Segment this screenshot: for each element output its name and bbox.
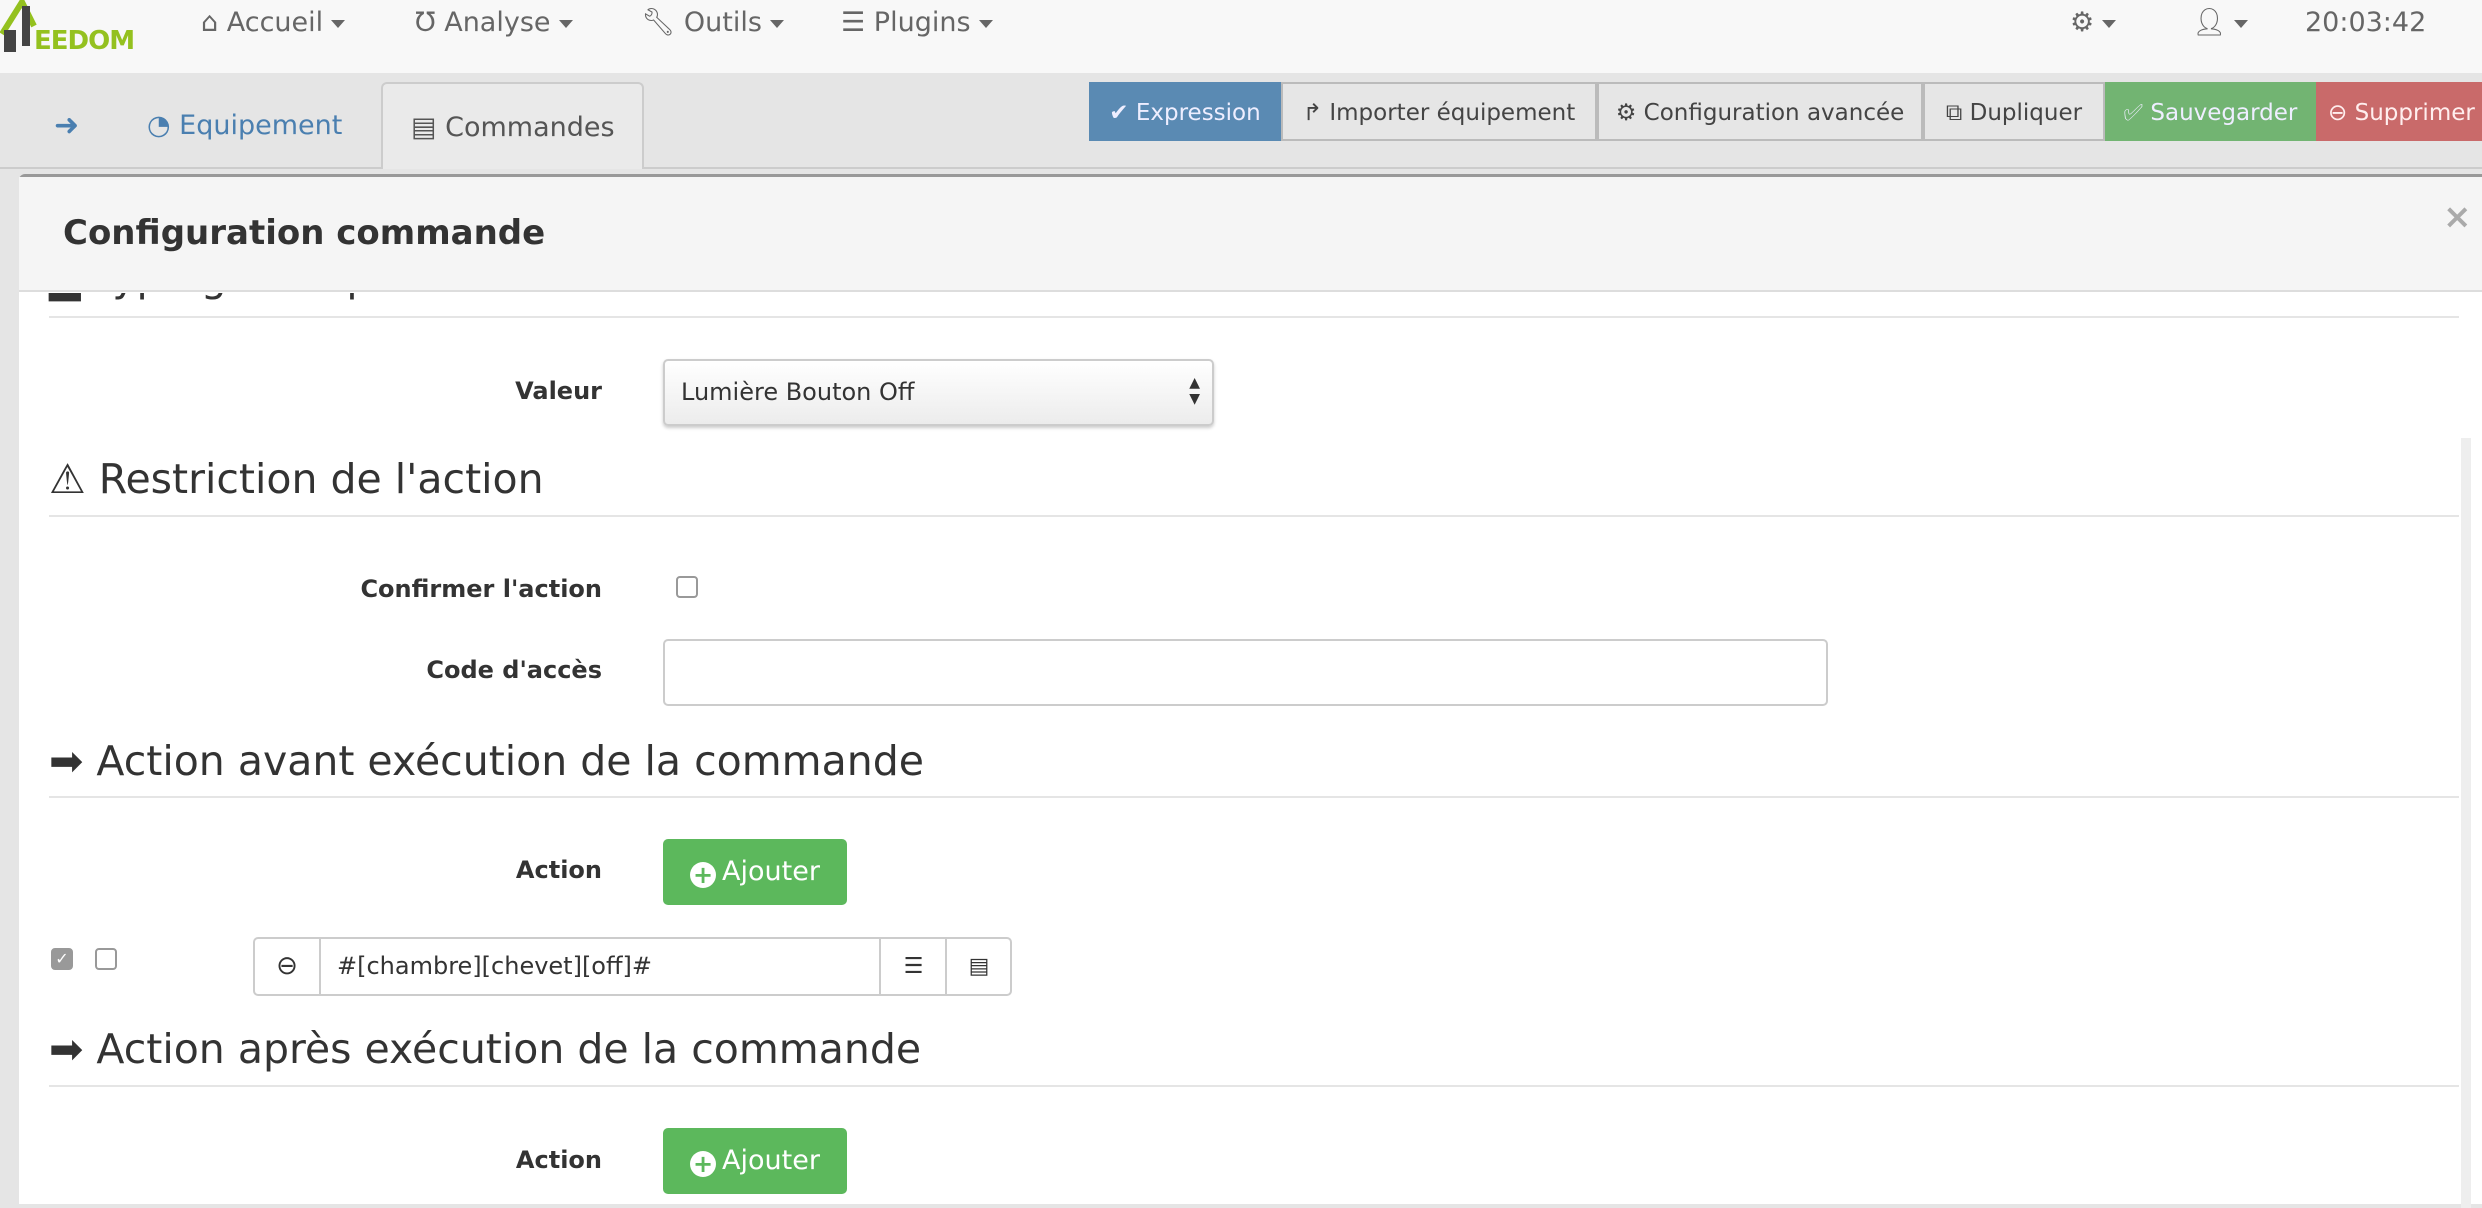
config-modal: Configuration commande × ▆ Type génériqu… [19, 174, 2482, 1208]
tab-commandes[interactable]: ▤ Commandes [381, 82, 644, 169]
action-apres-heading: ➡ Action après exécution de la commande [49, 1025, 922, 1073]
settings-menu[interactable]: ⚙ [2070, 0, 2117, 46]
action-label: Action [515, 1146, 602, 1174]
jeedom-logo[interactable]: EEDOM [0, 0, 142, 60]
select-arrows-icon: ▲ ▼ [1189, 375, 1200, 407]
caret-down-icon [2234, 19, 2249, 28]
list-icon: ▤ [411, 112, 446, 143]
clock: 20:03:42 [2305, 7, 2427, 38]
plus-circle-icon: + [690, 1151, 717, 1177]
options-button[interactable]: ☰ [879, 939, 946, 994]
building-icon: ▆ [49, 293, 94, 301]
nav-plugins[interactable]: ☰ Plugins [841, 0, 993, 46]
check-icon: ✔ [1109, 100, 1136, 126]
advanced-config-button[interactable]: ⚙ Configuration avancée [1597, 82, 1923, 141]
type-generique-heading: ▆ Type générique [49, 293, 409, 301]
action-enabled-checkbox[interactable]: ✓ [51, 948, 73, 970]
modal-body: ▆ Type générique Valeur Lumière Bouton O… [19, 293, 2482, 1207]
divider [49, 316, 2459, 318]
share-icon: ↱ [1302, 100, 1330, 126]
sign-out-icon: ➡ [49, 1025, 97, 1073]
save-button[interactable]: ✅︎ Sauvegarder [2105, 82, 2316, 141]
action-input-group: ⊖ #[chambre][chevet][off]# ☰ ▤ [253, 937, 1012, 996]
plus-circle-icon: + [690, 862, 717, 888]
cogs-icon: ⚙ [1615, 100, 1644, 126]
gears-icon: ⚙ [2070, 7, 2095, 38]
import-equipment-button[interactable]: ↱ Importer équipement [1281, 82, 1597, 141]
scrollbar[interactable] [2461, 438, 2471, 1208]
duplicate-button[interactable]: ⧉ Dupliquer [1923, 82, 2105, 141]
expression-button[interactable]: ✔ Expression [1089, 82, 1281, 141]
action-avant-heading: ➡ Action avant exécution de la commande [49, 737, 924, 785]
action-command-input[interactable]: #[chambre][chevet][off]# [337, 939, 652, 994]
wrench-icon: 🔧︎ [641, 7, 684, 38]
tab-equipement[interactable]: ◔ Equipement [147, 82, 342, 169]
restriction-heading: ⚠ Restriction de l'action [49, 455, 544, 503]
copy-icon: ⧉ [1945, 100, 1970, 126]
modal-header: Configuration commande × [19, 177, 2482, 292]
tab-bar: ➜ ◔ Equipement ▤ Commandes ✔ Expression … [0, 73, 2482, 169]
caret-down-icon [558, 19, 573, 28]
check-circle-icon: ✅︎ [2123, 100, 2151, 126]
caret-down-icon [769, 19, 784, 28]
navbar: EEDOM ⌂ Accueil Ʊ Analyse 🔧︎ Outils ☰ Pl… [0, 0, 2482, 73]
back-button[interactable]: ➜ [54, 82, 79, 169]
confirm-label: Confirmer l'action [360, 575, 602, 603]
home-icon: ⌂ [201, 7, 227, 38]
nav-accueil[interactable]: ⌂ Accueil [201, 0, 346, 46]
dashboard-icon: ◔ [147, 110, 180, 141]
user-menu[interactable]: 👤︎ [2192, 0, 2249, 46]
minus-circle-icon: ⊖ [276, 951, 298, 981]
generic-type-select[interactable]: Lumière Bouton Off ▲ ▼ [663, 359, 1214, 426]
list-alt-icon: ▤ [968, 954, 990, 979]
code-label: Code d'accès [426, 656, 602, 684]
minus-circle-icon: ⊖ [2328, 100, 2355, 126]
add-action-before-button[interactable]: + Ajouter [663, 839, 847, 905]
tasks-icon: ☰ [841, 7, 874, 38]
action-label: Action [515, 856, 602, 884]
divider [49, 515, 2459, 517]
confirm-checkbox[interactable] [676, 576, 698, 598]
divider [49, 1085, 2459, 1087]
sign-out-icon: ➡ [49, 737, 97, 785]
caret-down-icon [978, 19, 993, 28]
nav-analyse[interactable]: Ʊ Analyse [415, 0, 573, 46]
warning-icon: ⚠ [49, 455, 99, 503]
caret-down-icon [2102, 19, 2117, 28]
valeur-label: Valeur [515, 377, 602, 405]
add-action-after-button[interactable]: + Ajouter [663, 1128, 847, 1194]
delete-button[interactable]: ⊖ Supprimer [2316, 82, 2482, 141]
stethoscope-icon: Ʊ [415, 7, 445, 38]
divider [49, 796, 2459, 798]
user-icon: 👤︎ [2192, 7, 2227, 38]
caret-down-icon [331, 19, 346, 28]
close-icon[interactable]: × [2443, 197, 2472, 237]
select-command-button[interactable]: ▤ [945, 939, 1011, 994]
remove-action-button[interactable]: ⊖ [255, 939, 321, 994]
sliders-icon: ☰ [903, 954, 924, 979]
action-background-checkbox[interactable] [95, 948, 117, 970]
access-code-input[interactable] [663, 639, 1828, 706]
modal-title: Configuration commande [63, 213, 546, 253]
nav-outils[interactable]: 🔧︎ Outils [641, 0, 784, 46]
